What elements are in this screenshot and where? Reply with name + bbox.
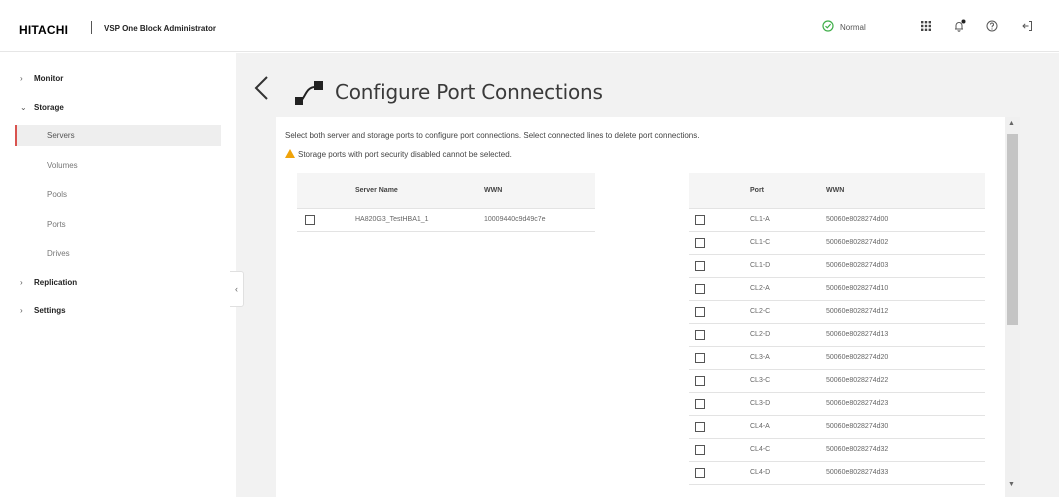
port-cell: CL1-D (749, 254, 826, 278)
brand-divider (91, 21, 92, 34)
port-cell: CL3-C (749, 369, 826, 393)
table-row[interactable]: CL4-D 50060e8028274d33 (689, 461, 985, 485)
port-cell: CL4-A (749, 415, 826, 439)
table-row[interactable]: CL3-A 50060e8028274d20 (689, 346, 985, 370)
wwn-cell: 50060e8028274d12 (826, 300, 985, 324)
port-cell: CL3-A (749, 346, 826, 370)
chevron-right-icon: › (20, 74, 23, 83)
server-name-cell: HA820G3_TestHBA1_1 (351, 208, 484, 232)
table-row[interactable]: CL4-C 50060e8028274d32 (689, 438, 985, 462)
table-row[interactable]: CL2-C 50060e8028274d12 (689, 300, 985, 324)
port-table: Port WWN CL1-A 50060e8028274d00 CL1-C 5006… (689, 173, 985, 485)
wwn-cell: 50060e8028274d03 (826, 254, 985, 278)
port-cell: CL4-D (749, 461, 826, 485)
page-title: Configure Port Connections (335, 80, 603, 104)
sidebar-item-replication[interactable]: › Replication (20, 278, 77, 287)
row-checkbox[interactable] (305, 214, 315, 225)
sidebar-item-label: Replication (34, 278, 78, 287)
logout-icon[interactable] (1020, 19, 1034, 33)
app-header: HITACHI VSP One Block Administrator Norm… (0, 0, 1059, 52)
wwn-cell: 50060e8028274d23 (826, 392, 985, 416)
wwn-cell: 50060e8028274d22 (826, 369, 985, 393)
row-checkbox[interactable] (695, 467, 705, 478)
port-cell: CL1-C (749, 231, 826, 255)
apps-grid-icon[interactable] (919, 19, 933, 33)
column-header-select (689, 173, 749, 209)
row-checkbox[interactable] (695, 260, 705, 271)
sidebar-item-label: Storage (34, 103, 64, 112)
column-header-port[interactable]: Port (749, 173, 826, 209)
port-cell: CL1-A (749, 208, 826, 232)
sidebar-collapse-button[interactable]: ‹ (230, 271, 244, 307)
port-cell: CL4-C (749, 438, 826, 462)
column-header-wwn[interactable]: WWN (484, 173, 595, 209)
sidebar-item-storage[interactable]: ⌄ Storage (20, 103, 64, 112)
row-checkbox[interactable] (695, 237, 705, 248)
table-row[interactable]: CL1-D 50060e8028274d03 (689, 254, 985, 278)
table-row[interactable]: CL2-A 50060e8028274d10 (689, 277, 985, 301)
wwn-cell: 50060e8028274d10 (826, 277, 985, 301)
row-checkbox[interactable] (695, 283, 705, 294)
sidebar-item-label: Monitor (34, 74, 64, 83)
system-status-label[interactable]: Normal (840, 23, 866, 32)
wwn-cell: 50060e8028274d02 (826, 231, 985, 255)
port-cell: CL2-C (749, 300, 826, 324)
scroll-up-icon[interactable]: ▲ (1008, 120, 1015, 127)
sidebar-item-settings[interactable]: › Settings (20, 306, 66, 315)
wwn-cell: 50060e8028274d33 (826, 461, 985, 485)
help-icon[interactable] (985, 19, 999, 33)
column-header-select (297, 173, 351, 209)
sidebar (0, 53, 236, 497)
back-arrow-icon[interactable] (252, 74, 270, 102)
column-header-wwn[interactable]: WWN (826, 173, 985, 209)
chevron-down-icon: ⌄ (20, 103, 27, 112)
wwn-cell: 50060e8028274d30 (826, 415, 985, 439)
row-checkbox[interactable] (695, 306, 705, 317)
warning-icon (285, 149, 295, 158)
server-table: Server Name WWN HA820G3_TestHBA1_1 10009… (297, 173, 595, 232)
sidebar-item-ports[interactable]: Ports (15, 214, 221, 235)
table-row[interactable]: CL1-C 50060e8028274d02 (689, 231, 985, 255)
chevron-right-icon: › (20, 278, 23, 287)
row-checkbox[interactable] (695, 375, 705, 386)
row-checkbox[interactable] (695, 329, 705, 340)
notification-bell-icon[interactable] (952, 19, 966, 33)
column-header-server-name[interactable]: Server Name (351, 173, 484, 209)
table-row[interactable]: CL1-A 50060e8028274d00 (689, 208, 985, 232)
wwn-cell: 10009440c9d49c7e (484, 208, 595, 232)
wwn-cell: 50060e8028274d13 (826, 323, 985, 347)
warning-text: Storage ports with port security disable… (285, 149, 512, 159)
sidebar-item-volumes[interactable]: Volumes (15, 155, 221, 176)
sidebar-item-label: Settings (34, 306, 66, 315)
status-ok-icon (822, 20, 834, 32)
sidebar-item-servers[interactable]: Servers (15, 125, 221, 146)
brand-logo: HITACHI (19, 23, 69, 37)
scroll-down-icon[interactable]: ▼ (1008, 481, 1015, 488)
chevron-right-icon: › (20, 306, 23, 315)
port-cell: CL3-D (749, 392, 826, 416)
table-row[interactable]: CL3-C 50060e8028274d22 (689, 369, 985, 393)
table-row[interactable]: CL2-D 50060e8028274d13 (689, 323, 985, 347)
row-checkbox[interactable] (695, 444, 705, 455)
row-checkbox[interactable] (695, 214, 705, 225)
product-name: VSP One Block Administrator (104, 24, 217, 33)
wwn-cell: 50060e8028274d20 (826, 346, 985, 370)
scrollbar-thumb[interactable] (1007, 134, 1018, 325)
sidebar-item-drives[interactable]: Drives (15, 243, 221, 264)
warning-label: Storage ports with port security disable… (298, 150, 512, 159)
port-cell: CL2-D (749, 323, 826, 347)
port-connection-icon (295, 81, 323, 105)
row-checkbox[interactable] (695, 398, 705, 409)
row-checkbox[interactable] (695, 421, 705, 432)
table-row[interactable]: HA820G3_TestHBA1_1 10009440c9d49c7e (297, 208, 595, 232)
row-checkbox[interactable] (695, 352, 705, 363)
table-row[interactable]: CL3-D 50060e8028274d23 (689, 392, 985, 416)
port-cell: CL2-A (749, 277, 826, 301)
wwn-cell: 50060e8028274d32 (826, 438, 985, 462)
wwn-cell: 50060e8028274d00 (826, 208, 985, 232)
table-row[interactable]: CL4-A 50060e8028274d30 (689, 415, 985, 439)
sidebar-item-pools[interactable]: Pools (15, 184, 221, 205)
instruction-text: Select both server and storage ports to … (285, 131, 700, 140)
sidebar-item-monitor[interactable]: › Monitor (20, 74, 63, 83)
